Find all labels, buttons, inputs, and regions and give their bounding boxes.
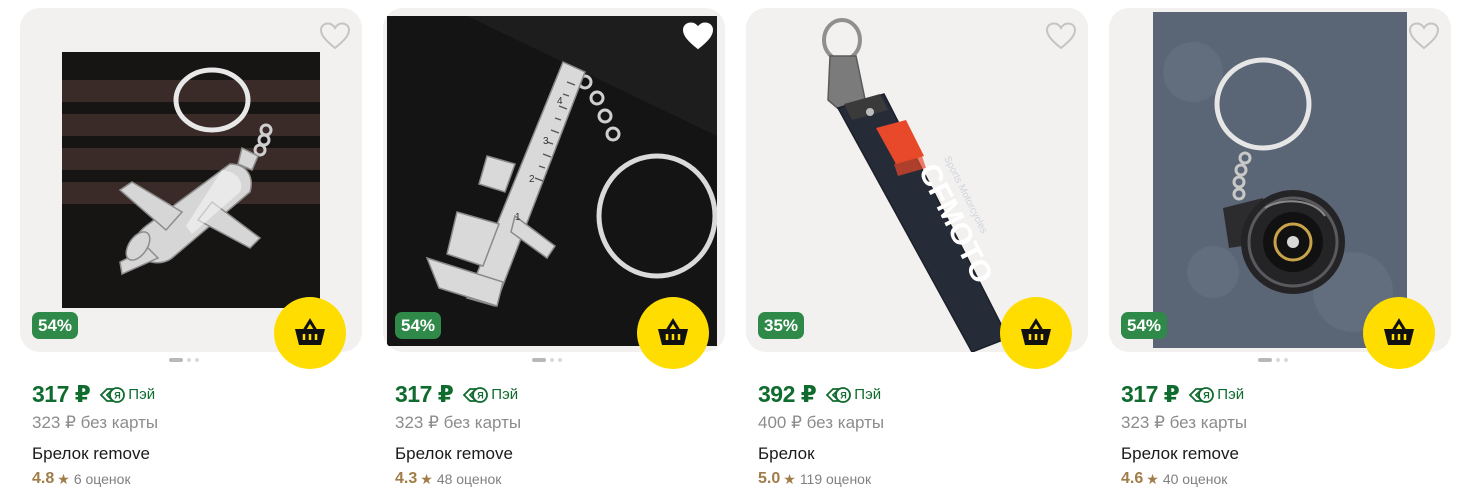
svg-text:1: 1 [515, 212, 521, 223]
price-without-card: 323 ₽ без карты [32, 413, 159, 432]
svg-text:4: 4 [557, 96, 563, 107]
product-card[interactable]: CFMOTO Sports Motorcycles 35% 392 ₽ Я Пэ… [746, 8, 1088, 497]
product-title[interactable]: Брелок remove [395, 444, 513, 464]
discount-badge: 54% [32, 312, 79, 339]
basket-icon [1021, 318, 1051, 345]
basket-icon [1384, 318, 1414, 345]
rating: 5.0 ★ 119 оценок [758, 470, 871, 488]
product-card[interactable]: 4 3 2 1 54% 317 ₽ Я Пэй 323 ₽ без карты Бре… [383, 8, 725, 497]
price: 392 ₽ [758, 381, 817, 407]
ya-pay-label: Я Пэй [98, 386, 155, 404]
product-photo[interactable] [62, 52, 320, 308]
add-to-cart-button[interactable] [1000, 297, 1072, 369]
discount-badge: 54% [1121, 312, 1168, 339]
rating-value: 4.3 [395, 470, 418, 487]
discount-badge: 54% [395, 312, 442, 339]
svg-text:Я: Я [1203, 390, 1209, 400]
price-without-card: 323 ₽ без карты [395, 413, 522, 432]
add-to-cart-button[interactable] [1363, 297, 1435, 369]
rating: 4.6 ★ 40 оценок [1121, 470, 1227, 488]
svg-text:Я: Я [840, 390, 846, 400]
star-icon: ★ [1146, 470, 1159, 487]
product-title[interactable]: Брелок remove [1121, 444, 1239, 464]
reviews-count[interactable]: 48 оценок [437, 471, 502, 487]
rating-value: 4.8 [32, 470, 55, 487]
favorite-heart-icon[interactable] [1409, 22, 1439, 50]
add-to-cart-button[interactable] [274, 297, 346, 369]
svg-text:Я: Я [477, 390, 483, 400]
price: 317 ₽ [1121, 381, 1180, 407]
add-to-cart-button[interactable] [637, 297, 709, 369]
image-carousel-dots [532, 358, 562, 362]
basket-icon [295, 318, 325, 345]
image-carousel-dots [1258, 358, 1288, 362]
favorite-heart-icon[interactable] [320, 22, 350, 50]
star-icon: ★ [783, 470, 796, 487]
star-icon: ★ [420, 470, 433, 487]
discount-badge: 35% [758, 312, 805, 339]
ya-pay-label: Я Пэй [1187, 386, 1244, 404]
ya-pay-icon: Я [1189, 386, 1215, 403]
price-without-card: 400 ₽ без карты [758, 413, 885, 432]
rating: 4.8 ★ 6 оценок [32, 470, 131, 488]
ya-pay-icon: Я [826, 386, 852, 403]
product-photo[interactable] [1153, 12, 1407, 348]
ya-pay-icon: Я [100, 386, 126, 403]
svg-text:3: 3 [543, 136, 549, 147]
product-title[interactable]: Брелок remove [32, 444, 150, 464]
rating: 4.3 ★ 48 оценок [395, 470, 501, 488]
svg-text:2: 2 [529, 174, 535, 185]
svg-text:Я: Я [114, 390, 120, 400]
reviews-count[interactable]: 40 оценок [1163, 471, 1228, 487]
price-without-card: 323 ₽ без карты [1121, 413, 1248, 432]
reviews-count[interactable]: 119 оценок [800, 471, 871, 487]
image-carousel-dots [169, 358, 199, 362]
product-title[interactable]: Брелок [758, 444, 815, 464]
price: 317 ₽ [395, 381, 454, 407]
ya-pay-label: Я Пэй [824, 386, 881, 404]
ya-pay-icon: Я [463, 386, 489, 403]
favorite-heart-icon[interactable] [1046, 22, 1076, 50]
ya-pay-label: Я Пэй [461, 386, 518, 404]
reviews-count[interactable]: 6 оценок [74, 471, 131, 487]
product-card[interactable]: 54% 317 ₽ Я Пэй 323 ₽ без карты Брелок r… [1109, 8, 1451, 497]
product-card[interactable]: 54% 317 ₽ Я Пэй 323 ₽ без карты Брелок r… [20, 8, 362, 497]
rating-value: 5.0 [758, 470, 781, 487]
basket-icon [658, 318, 688, 345]
favorite-heart-icon[interactable] [683, 22, 713, 50]
star-icon: ★ [57, 470, 70, 487]
price: 317 ₽ [32, 381, 91, 407]
rating-value: 4.6 [1121, 470, 1144, 487]
